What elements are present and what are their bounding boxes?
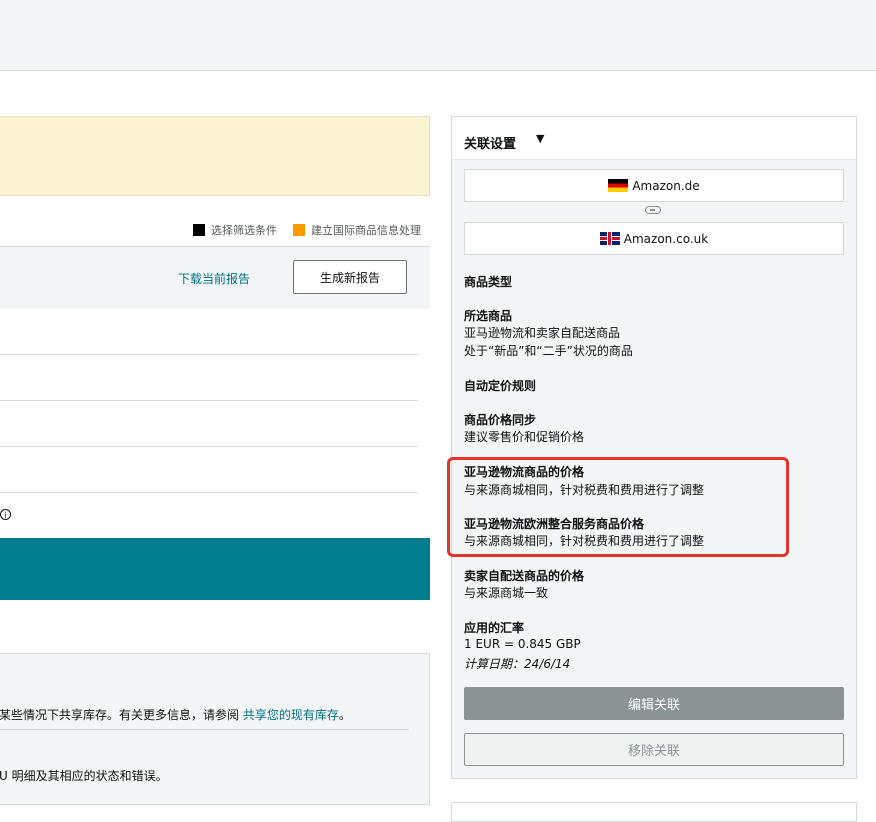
table-row [0,400,418,401]
auto-pricing-heading: 自动定价规则 [464,379,537,393]
mfn-price-heading: 卖家自配送商品的价格 [464,569,585,583]
selected-products-heading: 所选商品 [464,309,513,323]
marketplace-uk-label: Amazon.co.uk [623,231,709,246]
remove-link-button[interactable]: 移除关联 [464,733,844,766]
report-toolbar: 下载当前报告 生成新报告 [0,246,430,309]
germany-flag-icon [608,179,629,192]
product-type-heading: 商品类型 [464,275,513,289]
fx-value: 1 EUR = 0.845 GBP [464,637,581,651]
top-header-bar [0,0,876,71]
table-row [0,492,418,493]
link-settings-header[interactable]: 关联设置 ▼ [452,117,856,160]
marketplace-de: Amazon.de [464,169,844,202]
uk-flag-icon [599,232,620,245]
table-row [0,354,418,355]
download-report-link[interactable]: 下载当前报告 [178,270,250,287]
link-settings-panel: 关联设置 ▼ Amazon.de Amazon.co.uk 商品类型 所选商品 … [451,116,857,779]
fx-heading: 应用的汇率 [464,621,525,635]
divider [0,729,409,730]
legend-orange-swatch [293,224,305,236]
shared-inventory-link[interactable]: 共享您的现有库存 [243,708,339,722]
marketplace-uk: Amazon.co.uk [464,222,844,255]
info-panel: 某些情况下共享库存。有关更多信息，请参阅 共享您的现有库存。 U 明细及其相应的… [0,653,430,805]
legend-black-swatch [193,224,205,236]
generate-report-button[interactable]: 生成新报告 [293,260,407,294]
mfn-price-value: 与来源商城一致 [464,586,549,600]
teal-banner [0,538,430,600]
selected-products-line2: 处于“新品”和“二手”状况的商品 [464,344,633,358]
info-line-2: U 明细及其相应的状态和错误。 [0,769,168,783]
fx-date: 计算日期：24/6/14 [464,657,571,671]
link-icon [645,206,661,214]
price-sync-heading: 商品价格同步 [464,413,537,427]
legend-international: 建立国际商品信息处理 [293,222,421,238]
legend-filter-label: 选择筛选条件 [211,224,277,237]
legend-filter: 选择筛选条件 [193,222,277,238]
alert-banner [0,116,430,196]
edit-link-button[interactable]: 编辑关联 [464,687,844,720]
legend-international-label: 建立国际商品信息处理 [311,224,421,237]
marketplace-de-label: Amazon.de [632,178,700,193]
highlight-box [447,457,789,557]
table-row [0,446,418,447]
link-settings-title: 关联设置 [464,137,517,152]
price-sync-value: 建议零售价和促销价格 [464,430,585,444]
info-line-1: 某些情况下共享库存。有关更多信息，请参阅 共享您的现有库存。 [0,708,351,722]
caret-down-icon[interactable]: ▼ [536,132,544,145]
next-card [451,802,857,822]
info-icon[interactable]: i [0,509,11,520]
selected-products-line1: 亚马逊物流和卖家自配送商品 [464,326,621,340]
